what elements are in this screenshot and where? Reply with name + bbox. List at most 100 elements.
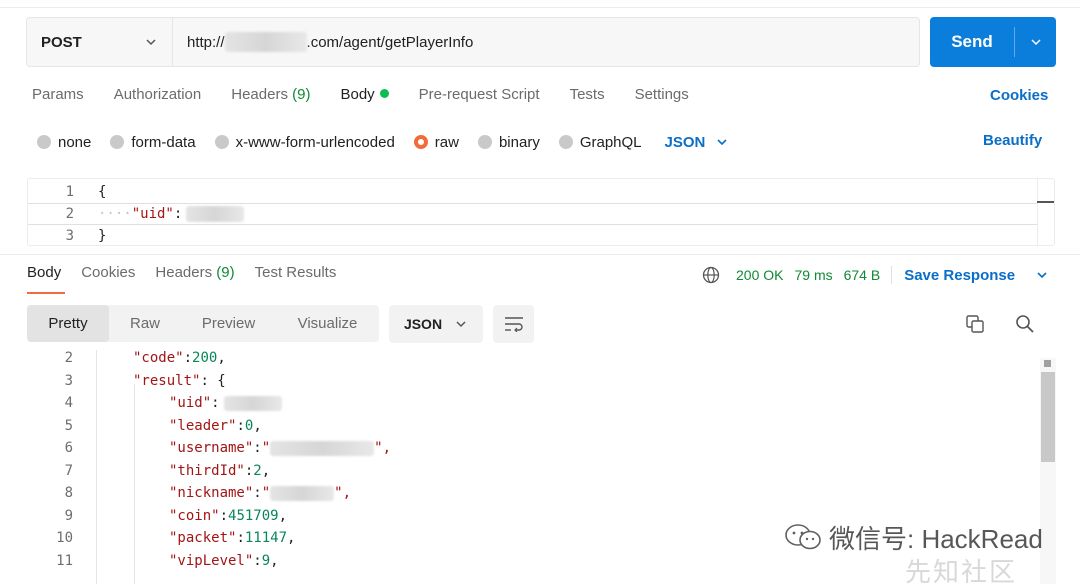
code-text: { <box>98 184 107 200</box>
body-format-select[interactable]: JSON <box>665 134 730 151</box>
beautify-link[interactable]: Beautify <box>983 132 1042 149</box>
section-divider <box>0 254 1080 255</box>
radio-raw[interactable]: raw <box>413 134 459 151</box>
scroll-marker <box>1037 201 1054 203</box>
cookies-link[interactable]: Cookies <box>990 87 1048 104</box>
headers-count: (9) <box>292 86 311 103</box>
code-text: "packet": 11147, <box>169 530 295 546</box>
save-response-button[interactable]: Save Response <box>904 267 1049 284</box>
json-punct: , <box>278 507 288 524</box>
json-punct: : { <box>200 372 226 389</box>
json-punct: ", <box>334 485 352 501</box>
json-key: "coin" <box>169 507 220 524</box>
response-size[interactable]: 674 B <box>844 267 881 283</box>
body-indicator-dot <box>379 89 389 98</box>
code-line: 6 "username": " ", <box>27 437 1027 459</box>
view-pretty[interactable]: Pretty <box>27 305 109 342</box>
json-punct: : <box>211 395 220 411</box>
wrap-lines-button[interactable] <box>493 305 534 343</box>
json-punct: ", <box>374 440 392 456</box>
url-box: POST http:// .com/agent/getPlayerInfo <box>26 17 920 67</box>
body-type-radios: none form-data x-www-form-urlencoded raw… <box>37 131 729 153</box>
code-text: "code": 200, <box>133 350 226 366</box>
tab-pre-request-script[interactable]: Pre-request Script <box>419 86 540 108</box>
send-button[interactable]: Send <box>930 17 1056 67</box>
radio-dot <box>214 135 229 149</box>
response-format-select[interactable]: JSON <box>389 305 483 343</box>
radio-binary[interactable]: binary <box>477 134 540 151</box>
code-line: 5 "leader": 0, <box>27 415 1027 437</box>
request-bar: POST http:// .com/agent/getPlayerInfo Se… <box>26 17 1056 67</box>
json-key: "nickname" <box>169 485 254 501</box>
json-key: "vipLevel" <box>169 552 254 569</box>
json-key: "uid" <box>169 395 212 411</box>
line-number: 3 <box>65 228 74 244</box>
send-label: Send <box>951 32 993 51</box>
json-punct: , <box>217 350 226 366</box>
tab-tests[interactable]: Tests <box>570 86 605 108</box>
view-preview[interactable]: Preview <box>181 305 276 342</box>
code-text: "vipLevel": 9, <box>169 553 279 569</box>
json-punct: , <box>270 552 279 569</box>
code-text: "leader": 0, <box>169 418 262 434</box>
tab-body[interactable]: Body <box>340 86 389 108</box>
redacted-host <box>224 32 307 52</box>
tab-settings[interactable]: Settings <box>635 86 689 108</box>
json-colon: : <box>173 206 183 222</box>
code-text: "coin": 451709, <box>169 508 287 524</box>
request-body-editor[interactable]: 1 { 2 ···· "uid": 3 } <box>27 178 1055 246</box>
radio-x-www-form-urlencoded[interactable]: x-www-form-urlencoded <box>214 134 395 151</box>
editor-scrollbar[interactable] <box>1037 179 1054 245</box>
code-line: 1 { <box>28 181 1038 203</box>
json-number: 2 <box>253 462 262 479</box>
status-code[interactable]: 200 OK <box>736 267 783 283</box>
json-punct: : <box>253 552 262 569</box>
json-key: "leader" <box>169 417 237 434</box>
tab-authorization[interactable]: Authorization <box>114 86 202 108</box>
radio-form-data[interactable]: form-data <box>110 134 196 151</box>
radio-none[interactable]: none <box>37 134 91 151</box>
json-key: "thirdId" <box>169 462 245 479</box>
line-number: 7 <box>64 462 73 479</box>
redacted-value <box>270 440 375 456</box>
response-headers-count: (9) <box>216 264 235 281</box>
code-line: 3 } <box>28 225 1038 247</box>
json-punct: : <box>183 350 193 366</box>
search-icon[interactable] <box>1014 313 1036 335</box>
line-number: 5 <box>64 417 73 434</box>
line-number: 11 <box>56 552 73 569</box>
response-time[interactable]: 79 ms <box>794 267 832 283</box>
tab-test-results[interactable]: Test Results <box>255 264 337 286</box>
code-text: "username": " ", <box>169 440 391 456</box>
view-raw[interactable]: Raw <box>109 305 181 342</box>
url-input[interactable]: http:// .com/agent/getPlayerInfo <box>173 18 919 66</box>
scroll-thumb[interactable] <box>1041 372 1055 462</box>
radio-dot <box>477 135 492 149</box>
line-number: 10 <box>56 530 73 546</box>
code-line: 7 "thirdId": 2, <box>27 460 1027 482</box>
view-visualize[interactable]: Visualize <box>276 305 379 342</box>
method-select[interactable]: POST <box>27 18 173 66</box>
chevron-down-icon <box>1030 39 1041 46</box>
send-options-button[interactable] <box>1015 17 1056 67</box>
chevron-down-icon <box>717 139 727 146</box>
whitespace-dots: ···· <box>98 206 132 222</box>
json-key: "result" <box>133 372 201 389</box>
radio-graphql[interactable]: GraphQL <box>558 134 642 151</box>
json-punct: : <box>244 462 254 479</box>
code-line: 3 "result": { <box>27 370 1027 392</box>
tab-response-body[interactable]: Body <box>27 264 61 286</box>
tab-response-headers[interactable]: Headers (9) <box>155 264 234 286</box>
line-number: 4 <box>64 395 73 411</box>
tab-response-cookies[interactable]: Cookies <box>81 264 135 286</box>
json-key: "code" <box>133 350 184 366</box>
redacted-value <box>186 206 245 222</box>
globe-icon[interactable] <box>702 266 720 284</box>
tab-params[interactable]: Params <box>32 86 84 108</box>
copy-icon[interactable] <box>964 313 986 335</box>
code-text: ···· "uid": <box>98 206 245 222</box>
tab-headers[interactable]: Headers (9) <box>231 86 310 108</box>
json-punct: : <box>236 417 245 434</box>
scroll-up-arrow[interactable] <box>1044 360 1051 367</box>
json-number: 0 <box>244 417 254 434</box>
